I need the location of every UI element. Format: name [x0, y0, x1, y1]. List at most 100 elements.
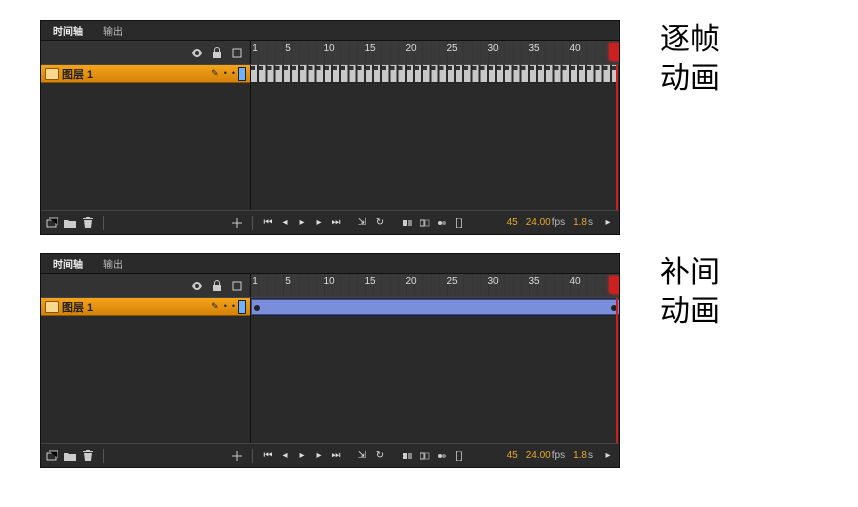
last-frame-icon[interactable]: ⏭	[329, 449, 343, 463]
scroll-right-icon[interactable]: ▸	[601, 449, 615, 463]
bottom-toolbar: ⏮ ◂ ▸ ▸ ⏭ ⇲ ↻ ［］ 45 24.00fps 1.8s ▸	[41, 210, 619, 234]
ruler-mark: 40	[569, 43, 580, 54]
keyframes-span[interactable]	[251, 65, 619, 82]
onion-markers-icon[interactable]: ［］	[452, 449, 466, 463]
edit-multiple-icon[interactable]	[435, 216, 449, 230]
folder-icon[interactable]	[63, 449, 77, 463]
lock-icon[interactable]	[210, 46, 224, 60]
frame-ruler[interactable]: 1 5 10 15 20 25 30 35 40 45	[251, 41, 619, 64]
onion-skin-icon[interactable]	[401, 216, 415, 230]
dot-icon: •	[232, 301, 235, 312]
lock-icon[interactable]	[210, 279, 224, 293]
layer-type-icon	[45, 68, 59, 80]
onion-skin-icon[interactable]	[401, 449, 415, 463]
layer-header	[41, 41, 251, 64]
tab-output[interactable]: 输出	[95, 21, 131, 40]
center-frame-icon[interactable]	[230, 216, 244, 230]
ruler-mark: 1	[252, 276, 258, 287]
layer-row[interactable]: 图层 1 ✎ • •	[41, 65, 250, 83]
layers-area: 图层 1 ✎ • •	[41, 65, 619, 210]
divider	[103, 216, 104, 230]
frames-area[interactable]	[251, 65, 619, 210]
trash-icon[interactable]	[81, 216, 95, 230]
playhead-line	[616, 65, 618, 210]
layer-row[interactable]: 图层 1 ✎ • •	[41, 298, 250, 316]
frames-track[interactable]	[251, 298, 619, 316]
center-frame-icon[interactable]	[230, 449, 244, 463]
prev-frame-icon[interactable]: ◂	[278, 216, 292, 230]
playhead-handle[interactable]	[609, 276, 619, 294]
layer-name[interactable]: 图层 1	[62, 66, 208, 82]
layer-type-icon	[45, 301, 59, 313]
ruler-mark: 10	[323, 276, 334, 287]
next-frame-icon[interactable]: ▸	[312, 216, 326, 230]
ruler-mark: 1	[252, 43, 258, 54]
loop-icon[interactable]: ↻	[373, 216, 387, 230]
ruler-mark: 30	[487, 43, 498, 54]
frames-area[interactable]	[251, 298, 619, 443]
ruler-mark: 30	[487, 276, 498, 287]
loop-icon[interactable]: ↻	[373, 449, 387, 463]
fps-value[interactable]: 24.00	[526, 450, 551, 461]
caption-framebyframe: 逐帧 动画	[660, 20, 720, 98]
tabs-bar: 时间轴 输出	[41, 21, 619, 41]
layer-list-empty	[41, 83, 250, 210]
timeline-panel-tween: 时间轴 输出 1 5 10 15 20 25 30 35 40	[40, 253, 620, 468]
folder-icon[interactable]	[63, 216, 77, 230]
frame-ruler[interactable]: 1 5 10 15 20 25 30 35 40 45	[251, 274, 619, 297]
first-frame-icon[interactable]: ⏮	[261, 216, 275, 230]
onion-markers-icon[interactable]: ［］	[452, 216, 466, 230]
dot-icon: •	[224, 68, 227, 79]
layer-list: 图层 1 ✎ • •	[41, 298, 251, 443]
prev-frame-icon[interactable]: ◂	[278, 449, 292, 463]
layer-mode-icons: ✎ • •	[211, 301, 235, 312]
bottom-toolbar: ⏮ ◂ ▸ ▸ ⏭ ⇲ ↻ ［］ 45 24.00fps 1.8s ▸	[41, 443, 619, 467]
ruler-mark: 25	[446, 43, 457, 54]
caption-tween: 补间 动画	[660, 253, 720, 331]
layer-mode-icons: ✎ • •	[211, 68, 235, 79]
new-layer-icon[interactable]	[45, 449, 59, 463]
dot-icon: •	[232, 68, 235, 79]
first-frame-icon[interactable]: ⏮	[261, 449, 275, 463]
trash-icon[interactable]	[81, 449, 95, 463]
play-icon[interactable]: ▸	[295, 449, 309, 463]
tween-start-keyframe[interactable]	[254, 305, 260, 311]
layer-color-swatch[interactable]	[238, 300, 246, 314]
ruler-mark: 35	[528, 43, 539, 54]
last-frame-icon[interactable]: ⏭	[329, 216, 343, 230]
eye-icon[interactable]	[190, 279, 204, 293]
ruler-mark: 5	[285, 43, 291, 54]
outline-icon[interactable]	[230, 46, 244, 60]
onion-outline-icon[interactable]	[418, 216, 432, 230]
edit-multiple-icon[interactable]	[435, 449, 449, 463]
tween-span[interactable]	[251, 299, 619, 315]
current-frame[interactable]: 45	[507, 217, 518, 228]
playhead-handle[interactable]	[609, 43, 619, 61]
ruler-mark: 20	[405, 43, 416, 54]
current-frame[interactable]: 45	[507, 450, 518, 461]
ruler-mark: 10	[323, 43, 334, 54]
tab-output[interactable]: 输出	[95, 254, 131, 273]
tab-timeline[interactable]: 时间轴	[45, 21, 91, 40]
ruler-mark: 15	[364, 43, 375, 54]
ruler-mark: 20	[405, 276, 416, 287]
outline-icon[interactable]	[230, 279, 244, 293]
layer-name[interactable]: 图层 1	[62, 299, 208, 315]
frames-track[interactable]	[251, 65, 619, 83]
fps-value[interactable]: 24.00	[526, 217, 551, 228]
zoom-out-icon[interactable]: ⇲	[355, 216, 369, 230]
tabs-bar: 时间轴 输出	[41, 254, 619, 274]
next-frame-icon[interactable]: ▸	[312, 449, 326, 463]
elapsed-time[interactable]: 1.8	[573, 217, 587, 228]
eye-icon[interactable]	[190, 46, 204, 60]
layer-color-swatch[interactable]	[238, 67, 246, 81]
zoom-out-icon[interactable]: ⇲	[355, 449, 369, 463]
tab-timeline[interactable]: 时间轴	[45, 254, 91, 273]
layers-area: 图层 1 ✎ • •	[41, 298, 619, 443]
elapsed-time[interactable]: 1.8	[573, 450, 587, 461]
play-icon[interactable]: ▸	[295, 216, 309, 230]
new-layer-icon[interactable]	[45, 216, 59, 230]
scroll-right-icon[interactable]: ▸	[601, 216, 615, 230]
layer-list: 图层 1 ✎ • •	[41, 65, 251, 210]
onion-outline-icon[interactable]	[418, 449, 432, 463]
